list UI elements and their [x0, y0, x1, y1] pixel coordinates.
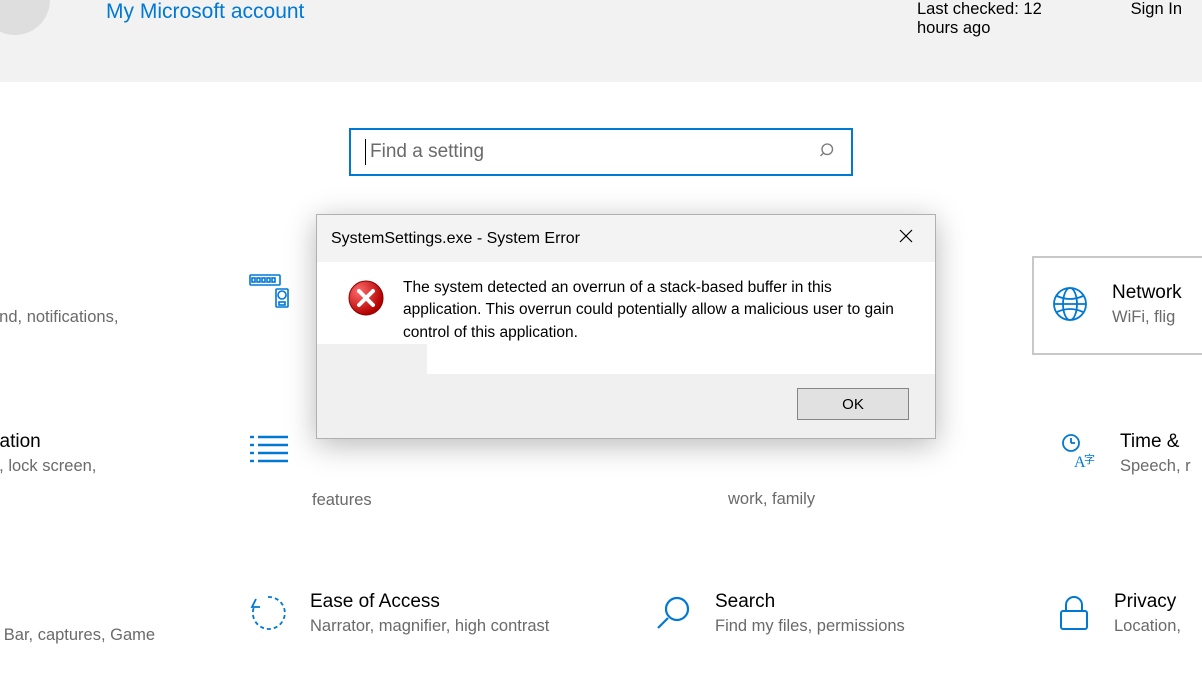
- sign-in-link[interactable]: Sign In: [1131, 0, 1182, 19]
- dialog-title: SystemSettings.exe - System Error: [331, 230, 580, 248]
- close-icon[interactable]: [891, 225, 921, 252]
- search-container: Find a setting: [0, 128, 1202, 176]
- ease-of-access-icon: [248, 593, 288, 638]
- tile-personalization-title-fragment: sation: [0, 431, 96, 453]
- tile-network-title: Network: [1112, 282, 1182, 304]
- tile-apps-subtitle: features: [312, 489, 372, 511]
- error-dialog: SystemSettings.exe - System Error The sy: [316, 214, 936, 439]
- dialog-message: The system detected an overrun of a stac…: [403, 277, 911, 344]
- search-icon: [819, 141, 837, 164]
- dialog-footer: OK: [317, 374, 935, 438]
- my-account-link[interactable]: My Microsoft account: [106, 0, 304, 24]
- search-tile-icon: [653, 593, 693, 638]
- tile-gaming-subtitle-fragment: e Bar, captures, Game: [0, 624, 155, 646]
- tile-search-subtitle: Find my files, permissions: [715, 615, 905, 637]
- tile-ease-title: Ease of Access: [310, 591, 549, 613]
- tile-accounts-subtitle-fragment: work, family: [728, 488, 815, 510]
- tile-ease-subtitle: Narrator, magnifier, high contrast: [310, 615, 549, 637]
- header-bar: My Microsoft account Last checked: 12 ho…: [0, 0, 1202, 82]
- tile-system-subtitle-fragment: und, notifications,: [0, 306, 118, 328]
- tile-network-subtitle: WiFi, flig: [1112, 306, 1182, 328]
- privacy-icon: [1056, 593, 1092, 638]
- devices-icon: [248, 273, 292, 314]
- dialog-footer-notch: [317, 344, 427, 374]
- user-avatar[interactable]: [0, 0, 50, 35]
- tile-apps[interactable]: features: [248, 431, 578, 511]
- tile-devices[interactable]: [248, 271, 292, 314]
- error-icon: [347, 279, 385, 322]
- tile-time-language[interactable]: A 字 Time & Speech, r: [1056, 431, 1202, 477]
- ok-button[interactable]: OK: [797, 388, 909, 420]
- tile-time-subtitle: Speech, r: [1120, 455, 1191, 477]
- tile-time-title: Time &: [1120, 431, 1191, 453]
- svg-text:字: 字: [1084, 452, 1095, 466]
- tile-ease-of-access[interactable]: Ease of Access Narrator, magnifier, high…: [248, 591, 578, 638]
- dialog-titlebar[interactable]: SystemSettings.exe - System Error: [317, 215, 935, 262]
- time-language-icon: A 字: [1056, 433, 1098, 476]
- tile-network[interactable]: Network WiFi, flig: [1032, 256, 1202, 355]
- text-cursor: [365, 139, 366, 165]
- tile-personalization-fragment: sation d, lock screen,: [0, 431, 96, 477]
- search-placeholder: Find a setting: [370, 141, 484, 163]
- apps-icon: [248, 433, 290, 472]
- tile-privacy[interactable]: Privacy Location,: [1056, 591, 1202, 638]
- network-icon: [1050, 284, 1090, 329]
- tile-search[interactable]: Search Find my files, permissions: [653, 591, 983, 638]
- tile-personalization-subtitle-fragment: d, lock screen,: [0, 455, 96, 477]
- search-input[interactable]: Find a setting: [349, 128, 853, 176]
- tile-privacy-subtitle: Location,: [1114, 615, 1181, 637]
- tile-search-title: Search: [715, 591, 905, 613]
- tile-privacy-title: Privacy: [1114, 591, 1181, 613]
- last-checked-label: Last checked: 12 hours ago: [917, 0, 1047, 38]
